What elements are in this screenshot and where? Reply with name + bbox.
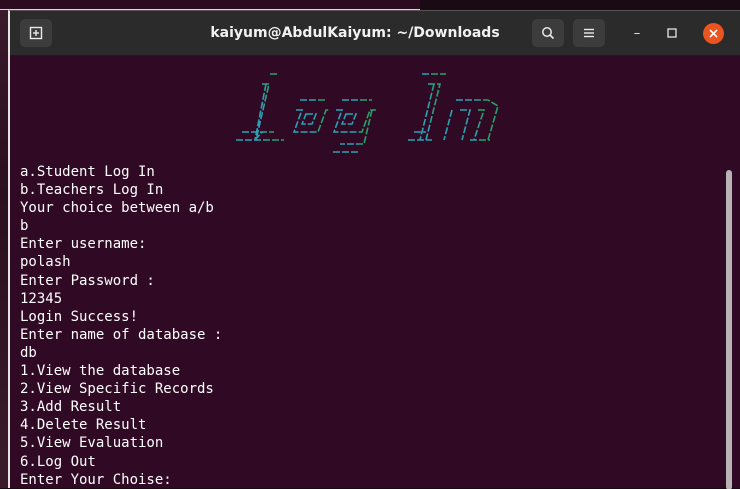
close-icon [709,29,718,38]
scrollbar[interactable] [726,170,732,489]
terminal-line: polash [20,254,71,271]
hamburger-menu-icon [584,28,594,38]
terminal-line: Enter name of database : [20,326,223,343]
terminal-line: Enter username: [20,236,147,253]
terminal-window: kaiyum@AbdulKaiyum: ~/Downloads – a.Stud… [8,10,740,489]
terminal-line: db [20,344,37,361]
terminal-line: 12345 [20,290,63,307]
close-button[interactable] [703,23,724,44]
terminal-line: Your choice between a/b [20,200,214,217]
terminal-line: 1.View the database [20,363,181,380]
ascii-art-banner [236,73,499,153]
title-bar[interactable]: kaiyum@AbdulKaiyum: ~/Downloads – [10,11,740,56]
maximize-icon [667,28,677,38]
terminal-line: Enter Password : [20,272,155,289]
menu-button[interactable] [573,19,605,47]
terminal-line: 4.Delete Result [20,417,147,434]
terminal-line: Enter Your Choise: [20,471,172,488]
search-button[interactable] [532,19,564,47]
maximize-button[interactable] [662,23,682,43]
terminal-line: a.Student Log In [20,164,155,180]
terminal-line: 2.View Specific Records [20,381,214,398]
terminal-line: 5.View Evaluation [20,435,164,452]
terminal-line: 3.Add Result [20,399,122,416]
terminal-text: a.Student Log In b.Teachers Log In Your ch… [20,163,222,489]
terminal-output-area[interactable]: a.Student Log In b.Teachers Log In Your ch… [10,56,740,489]
search-icon [542,27,555,40]
minimize-button[interactable]: – [627,23,647,43]
background-window-edge [0,0,420,10]
terminal-line: b [20,218,29,235]
terminal-line: Login Success! [20,308,139,325]
terminal-line: 6.Log Out [20,453,96,470]
terminal-line: b.Teachers Log In [20,182,164,199]
